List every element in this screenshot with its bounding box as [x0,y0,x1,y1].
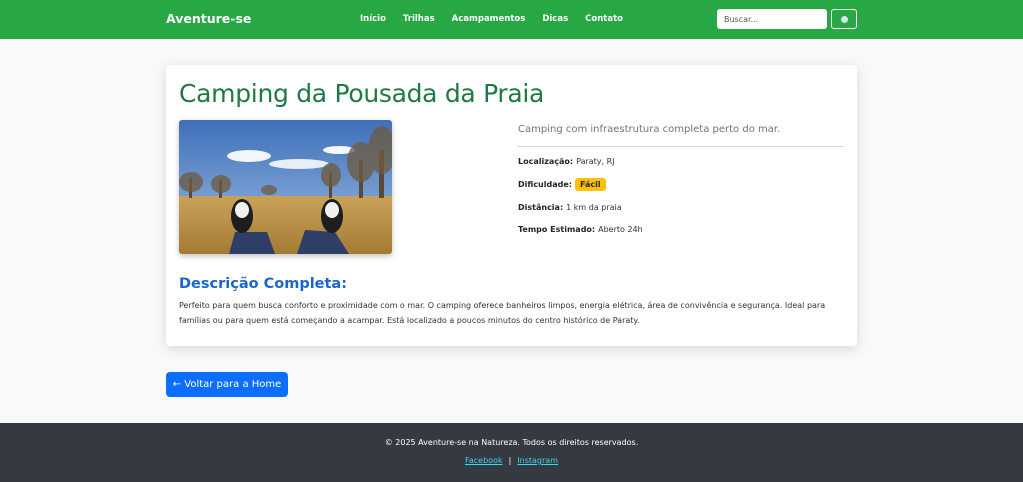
location-label: Localização: [518,157,574,166]
time-label: Tempo Estimado: [518,225,596,234]
search-button[interactable] [831,9,857,29]
facebook-link[interactable]: Facebook [465,456,503,465]
camping-photo [179,120,392,254]
time-value: Aberto 24h [598,225,643,234]
search-icon [841,16,848,23]
brand-logo[interactable]: Aventure-se [166,11,251,26]
page-title: Camping da Pousada da Praia [179,79,545,108]
difficulty-badge: Fácil [574,178,606,191]
info-location: Localização: Paraty, RJ [518,157,615,166]
divider [518,146,844,147]
copyright-text: © 2025 Aventure-se na Natureza. Todos os… [384,438,639,447]
nav-link-dicas[interactable]: Dicas [542,14,568,24]
back-home-button[interactable]: ← Voltar para a Home [166,372,288,397]
lead-text: Camping com infraestrutura completa pert… [518,124,781,135]
info-difficulty: Dificuldade: Fácil [518,178,606,191]
info-distance: Distância: 1 km da praia [518,203,622,212]
navbar: Aventure-se Início Trilhas Acampamentos … [0,0,1023,39]
location-value: Paraty, RJ [576,157,615,166]
nav-link-contato[interactable]: Contato [585,14,623,24]
footer-links: Facebook | Instagram [0,456,1023,465]
difficulty-label: Dificuldade: [518,180,572,189]
camping-detail-card: Camping da Pousada da Praia Camping com … [166,65,857,346]
description-text: Perfeito para quem busca conforto e prox… [179,301,826,325]
nav-links: Início Trilhas Acampamentos Dicas Contat… [360,14,640,24]
distance-value: 1 km da praia [566,203,622,212]
footer: © 2025 Aventure-se na Natureza. Todos os… [0,423,1023,482]
footer-separator: | [508,456,512,465]
instagram-link[interactable]: Instagram [517,456,558,465]
distance-label: Distância: [518,203,564,212]
info-time: Tempo Estimado: Aberto 24h [518,225,643,234]
nav-link-trilhas[interactable]: Trilhas [403,14,435,24]
search-input[interactable] [717,9,827,29]
description-title: Descrição Completa: [179,276,348,292]
nav-link-inicio[interactable]: Início [360,14,386,24]
nav-link-acampamentos[interactable]: Acampamentos [452,14,526,24]
